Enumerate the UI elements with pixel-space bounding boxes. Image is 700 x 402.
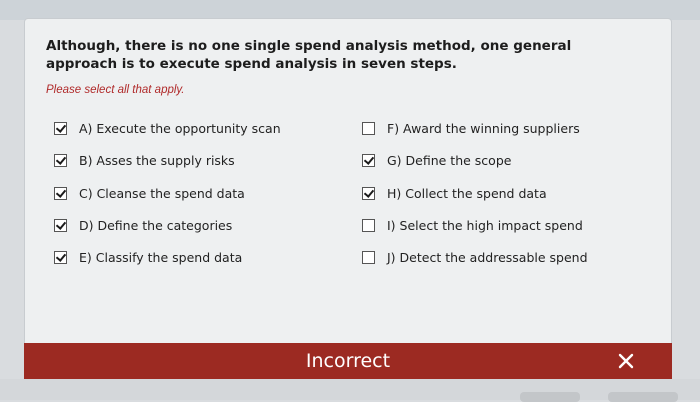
option-h[interactable]: H) Collect the spend data	[362, 183, 547, 203]
checkbox-icon[interactable]	[362, 153, 375, 167]
checkbox-icon[interactable]	[54, 153, 67, 167]
option-f[interactable]: F) Award the winning suppliers	[362, 118, 580, 138]
option-label: D) Define the categories	[79, 217, 233, 233]
option-label: F) Award the winning suppliers	[387, 120, 580, 136]
checkbox-icon[interactable]	[54, 121, 67, 135]
feedback-title: Incorrect	[305, 350, 391, 372]
feedback-banner: Incorrect	[24, 343, 672, 379]
bottom-nav-button[interactable]	[608, 392, 678, 402]
option-g[interactable]: G) Define the scope	[362, 150, 511, 170]
checkbox-icon[interactable]	[362, 218, 375, 232]
bottom-nav-button[interactable]	[520, 392, 580, 402]
checkbox-icon[interactable]	[54, 250, 67, 264]
option-b[interactable]: B) Asses the supply risks	[54, 150, 235, 170]
option-j[interactable]: J) Detect the addressable spend	[362, 247, 588, 267]
option-i[interactable]: I) Select the high impact spend	[362, 215, 583, 235]
option-label: C) Cleanse the spend data	[79, 185, 245, 201]
option-label: J) Detect the addressable spend	[387, 249, 588, 265]
window-bottom-bar	[0, 379, 700, 400]
options-group: A) Execute the opportunity scan B) Asses…	[0, 0, 700, 400]
option-label: H) Collect the spend data	[387, 185, 547, 201]
option-label: B) Asses the supply risks	[79, 152, 235, 168]
option-label: G) Define the scope	[387, 152, 512, 168]
option-d[interactable]: D) Define the categories	[54, 215, 232, 235]
option-label: E) Classify the spend data	[79, 249, 243, 265]
checkbox-icon[interactable]	[54, 186, 67, 200]
checkbox-icon[interactable]	[54, 218, 67, 232]
checkbox-icon[interactable]	[362, 121, 375, 135]
checkbox-icon[interactable]	[362, 250, 375, 264]
option-e[interactable]: E) Classify the spend data	[54, 247, 242, 267]
option-label: A) Execute the opportunity scan	[79, 120, 281, 136]
option-label: I) Select the high impact spend	[387, 217, 583, 233]
close-icon[interactable]	[616, 351, 636, 371]
option-a[interactable]: A) Execute the opportunity scan	[54, 118, 281, 138]
checkbox-icon[interactable]	[362, 186, 375, 200]
option-c[interactable]: C) Cleanse the spend data	[54, 183, 245, 203]
